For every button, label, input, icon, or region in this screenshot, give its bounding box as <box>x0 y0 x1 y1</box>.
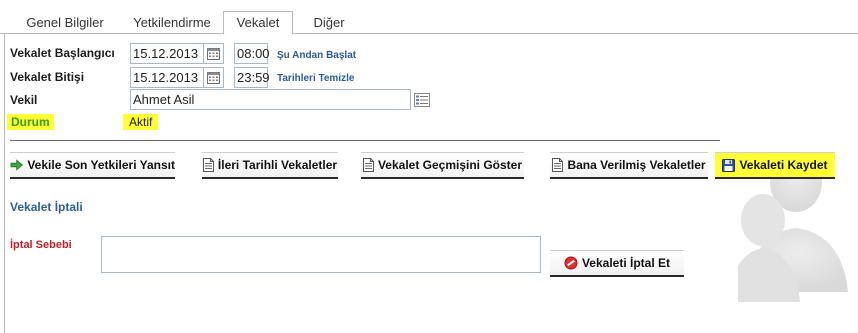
cancel-section-title: Vekalet İptali <box>10 200 83 214</box>
divider <box>10 140 720 141</box>
document-icon <box>362 158 374 172</box>
tab-vekalet[interactable]: Vekalet <box>223 11 293 35</box>
tab-yetkilendirme[interactable]: Yetkilendirme <box>122 14 222 34</box>
list-picker-icon <box>414 93 430 107</box>
end-date-field[interactable]: 15.12.2013 <box>130 67 205 88</box>
arrow-right-icon <box>10 159 23 171</box>
document-icon <box>552 158 564 172</box>
tab-diger[interactable]: Diğer <box>304 14 354 34</box>
apply-permissions-label: Vekile Son Yetkileri Yansıt <box>27 158 175 172</box>
cancel-reason-label: İptal Sebebi <box>10 239 72 251</box>
document-icon <box>202 158 214 172</box>
start-calendar-button[interactable] <box>203 43 224 64</box>
floppy-disk-icon <box>722 158 736 172</box>
start-date-field[interactable]: 15.12.2013 <box>130 43 205 64</box>
save-proxy-button[interactable]: Vekaleti Kaydet <box>715 152 835 179</box>
cancel-proxy-label: Vekaleti İptal Et <box>581 256 671 270</box>
calendar-icon <box>207 47 220 60</box>
given-proxies-button[interactable]: Bana Verilmiş Vekaletler <box>550 152 708 179</box>
cancel-proxy-button[interactable]: Vekaleti İptal Et <box>550 250 684 277</box>
apply-permissions-button[interactable]: Vekile Son Yetkileri Yansıt <box>10 152 175 179</box>
status-value: Aktif <box>123 114 159 130</box>
proxy-field[interactable]: Ahmet Asil <box>130 89 411 110</box>
proxy-picker-button[interactable] <box>414 93 430 107</box>
cancel-reason-field[interactable] <box>101 236 541 273</box>
start-time-field[interactable]: 08:00 <box>234 43 270 64</box>
future-proxies-label: İleri Tarihli Vekaletler <box>217 158 338 172</box>
end-time-field[interactable]: 23:59 <box>234 67 270 88</box>
calendar-icon <box>207 71 220 84</box>
proxy-history-button[interactable]: Vekalet Geçmişini Göster <box>361 152 524 179</box>
given-proxies-label: Bana Verilmiş Vekaletler <box>567 158 706 172</box>
start-label: Vekalet Başlangıcı <box>10 46 115 60</box>
start-now-link[interactable]: Şu Andan Başlat <box>277 50 356 61</box>
save-proxy-label: Vekaleti Kaydet <box>739 158 828 172</box>
tab-genel-bilgiler[interactable]: Genel Bilgiler <box>18 14 112 34</box>
tab-bar: Genel Bilgiler Yetkilendirme Vekalet Diğ… <box>0 0 858 35</box>
proxy-history-label: Vekalet Geçmişini Göster <box>377 158 523 172</box>
status-label: Durum <box>7 114 54 130</box>
end-label: Vekalet Bitişi <box>10 70 85 84</box>
proxy-label: Vekil <box>10 93 38 107</box>
future-proxies-button[interactable]: İleri Tarihli Vekaletler <box>202 152 338 179</box>
end-calendar-button[interactable] <box>203 67 224 88</box>
clear-dates-link[interactable]: Tarihleri Temizle <box>277 73 354 84</box>
vekalet-panel: Vekalet Başlangıcı 15.12.2013 08:00 Şu A… <box>4 34 858 333</box>
cancel-icon <box>564 256 578 270</box>
